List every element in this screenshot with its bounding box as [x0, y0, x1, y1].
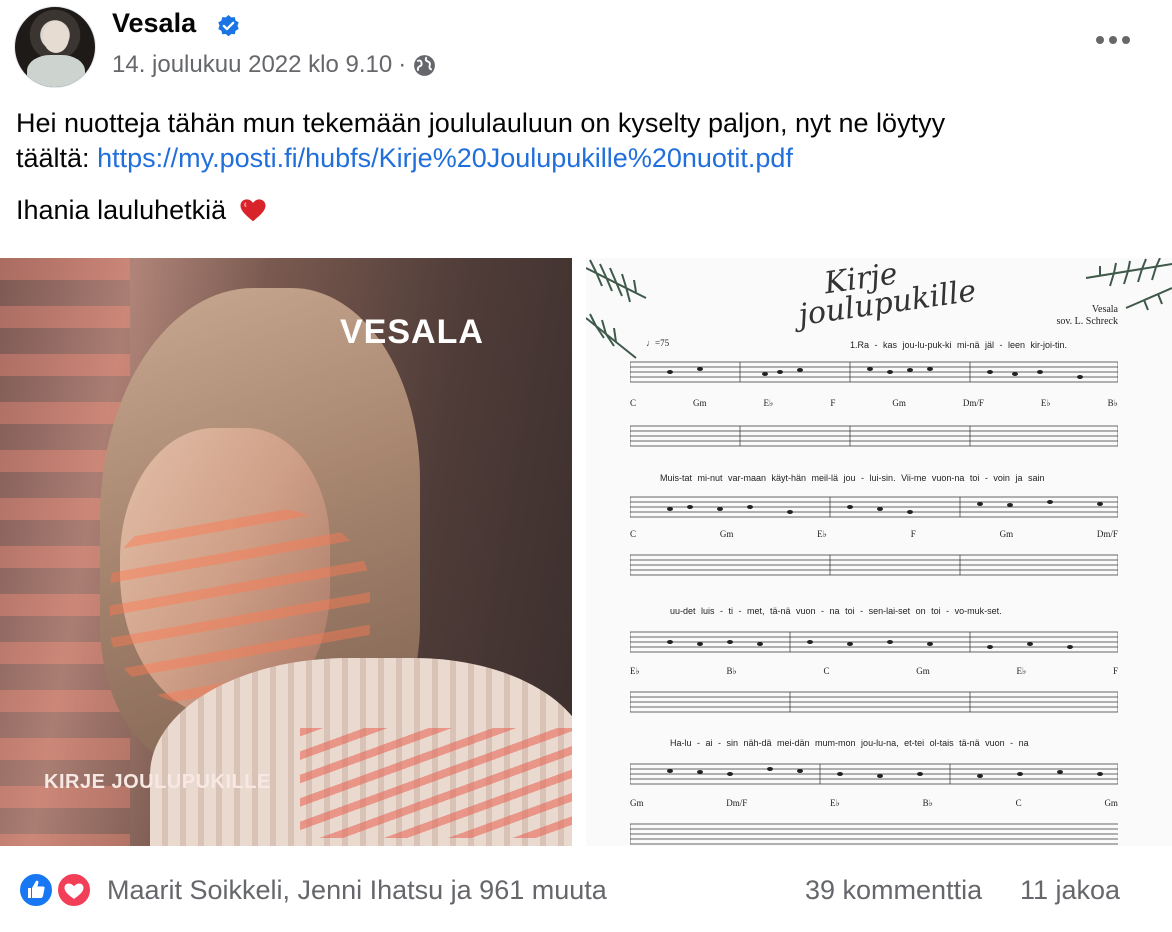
post-paragraph-2: Ihania lauluhetkiä	[16, 193, 1156, 228]
post-body: Hei nuotteja tähän mun tekemään joululau…	[16, 106, 1156, 245]
chord: B♭	[726, 666, 737, 676]
author-avatar[interactable]	[14, 6, 96, 88]
avatar-face	[43, 21, 69, 53]
post-paragraph-1: Hei nuotteja tähän mun tekemään joululau…	[16, 106, 1156, 176]
chord: E♭	[817, 529, 827, 539]
chord: Gm	[1104, 798, 1118, 808]
chord: E♭	[763, 398, 774, 408]
cover-song-title: KIRJE JOULUPUKILLE	[44, 771, 271, 793]
chord: Gm	[916, 666, 930, 676]
post-text-prefix: täältä:	[16, 143, 98, 173]
composer-line1: Vesala	[1091, 304, 1118, 315]
sheet-title: Kirje joulupukille	[793, 258, 978, 333]
chord: B♭	[1107, 398, 1118, 408]
chord: C	[823, 666, 830, 676]
bass-staff	[630, 823, 1118, 845]
post-text-line3: Ihania lauluhetkiä	[16, 195, 227, 225]
post-text-line1: Hei nuotteja tähän mun tekemään joululau…	[16, 108, 946, 138]
chord-row: E♭ B♭ C Gm E♭ F	[630, 666, 1118, 677]
comments-count[interactable]: 39 kommenttia	[805, 875, 982, 906]
chord-row: Gm Dm/F E♭ B♭ C Gm	[630, 798, 1118, 809]
post-header: Vesala 14. joulukuu 2022 klo 9.10 ·	[0, 0, 1172, 100]
treble-staff	[630, 496, 1118, 518]
shares-count[interactable]: 11 jakoa	[1020, 875, 1120, 906]
composer-line2: sov. L. Schreck	[1056, 316, 1118, 327]
chord: Gm	[719, 529, 734, 539]
reaction-icons[interactable]	[18, 872, 96, 908]
chord: E♭	[630, 666, 640, 676]
system-lyric: Ha-lu - ai - sin näh-dä mei-dän mum-mon …	[670, 738, 1029, 748]
more-dot	[1096, 36, 1104, 44]
chord: Dm/F	[962, 398, 984, 408]
more-dot	[1109, 36, 1117, 44]
chord-row: C Gm E♭ F Gm Dm/F	[630, 529, 1118, 540]
pine-branch-left-icon	[586, 259, 647, 359]
chord: E♭	[1016, 666, 1027, 676]
like-reaction-icon	[18, 872, 54, 908]
sheet-composer: Vesala sov. L. Schreck	[1056, 304, 1118, 328]
chord: B♭	[922, 798, 933, 808]
bass-staff	[630, 554, 1118, 576]
treble-staff	[630, 361, 1118, 383]
chord: Dm/F	[1096, 529, 1118, 539]
chord: Gm	[693, 398, 707, 408]
tempo-marking: ♩=75	[646, 338, 670, 348]
treble-staff	[630, 763, 1118, 785]
chord: F	[910, 529, 916, 539]
chord: C	[630, 529, 637, 539]
cover-artist-name: VESALA	[340, 313, 484, 351]
avatar-body	[27, 55, 85, 87]
meta-separator: ·	[398, 51, 407, 78]
system-lyric: Muis-tat mi-nut var-maan käyt-hän meil-l…	[660, 473, 1045, 483]
chord: Gm	[892, 398, 906, 408]
chord: F	[1112, 666, 1118, 676]
post-timestamp[interactable]: 14. joulukuu 2022 klo 9.10	[112, 51, 392, 79]
heart-emoji	[240, 199, 266, 222]
chord: Gm	[999, 529, 1014, 539]
bass-staff	[630, 691, 1118, 713]
cover-sweater-projection	[300, 728, 572, 838]
chord: C	[1015, 798, 1022, 808]
verified-icon	[218, 15, 239, 37]
chord: E♭	[830, 798, 840, 808]
globe-icon	[414, 54, 436, 76]
more-dot	[1122, 36, 1130, 44]
author-name[interactable]: Vesala	[112, 8, 196, 39]
system-lyric: 1.Ra - kas jou-lu-puk-ki mi-nä jäl - lee…	[850, 340, 1068, 350]
post-media: VESALA KIRJE JOULUPUKILLE Kirje joulupuk…	[0, 258, 1172, 846]
sheet-music-image[interactable]: Kirje joulupukille Vesala sov. L. Schrec…	[586, 258, 1172, 846]
chord: F	[830, 398, 836, 408]
love-reaction-icon	[56, 872, 92, 908]
bass-staff	[630, 425, 1118, 447]
treble-staff	[630, 631, 1118, 653]
post-link[interactable]: https://my.posti.fi/hubfs/Kirje%20Joulup…	[97, 143, 793, 173]
system-lyric: uu-det luis - ti - met, tä-nä vuon - na …	[670, 606, 1002, 616]
chord: C	[630, 398, 637, 408]
more-options-icon[interactable]	[1096, 30, 1136, 50]
chord: Dm/F	[726, 798, 748, 808]
album-cover-image[interactable]: VESALA KIRJE JOULUPUKILLE	[0, 258, 572, 846]
chord: E♭	[1040, 398, 1051, 408]
reactors-summary[interactable]: Maarit Soikkeli, Jenni Ihatsu ja 961 muu…	[107, 875, 607, 906]
chord-row: C Gm E♭ F Gm Dm/F E♭ B♭	[630, 398, 1118, 409]
chord: Gm	[630, 798, 644, 808]
post-meta: 14. joulukuu 2022 klo 9.10 ·	[112, 51, 437, 79]
